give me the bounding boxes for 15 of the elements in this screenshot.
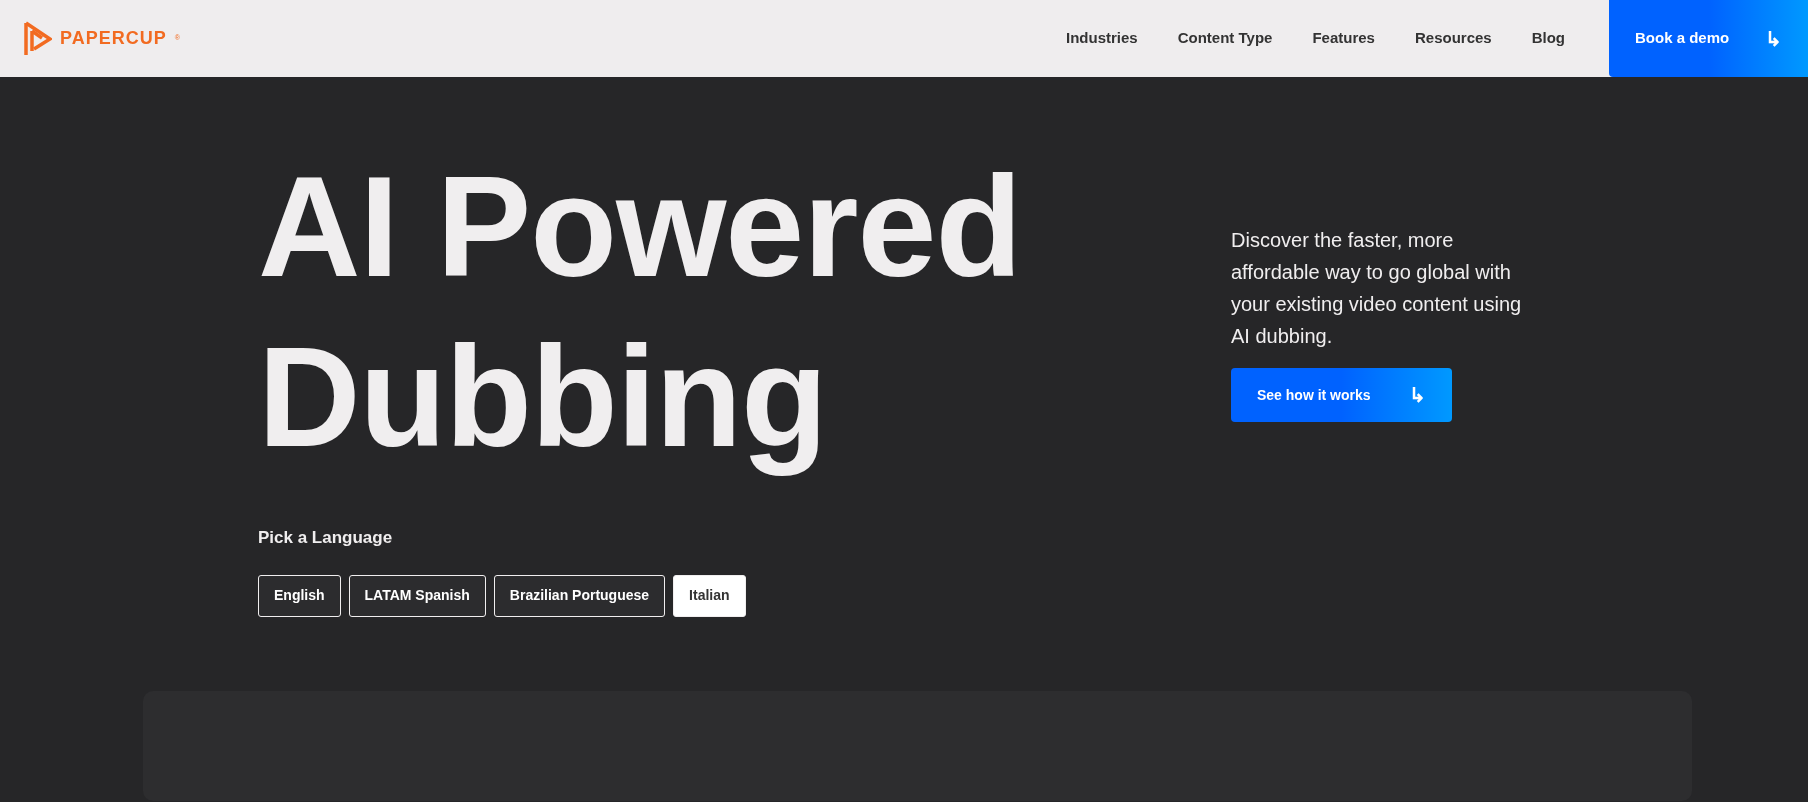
language-option[interactable]: Brazilian Portuguese [493,574,666,617]
language-option[interactable]: LATAM Spanish [348,574,486,617]
hero-heading: AI Powered Dubbing [258,146,1022,479]
nav-link[interactable]: Resources [1394,27,1512,50]
book-demo-button[interactable]: Book a demo ↳ [1609,0,1808,77]
nav-link[interactable]: Content Type [1157,27,1293,50]
logo-icon [24,20,52,57]
nav-link[interactable]: Features [1292,27,1395,50]
language-label: Pick a Language [258,527,394,549]
language-option[interactable]: English [258,574,341,617]
hero-description: Discover the faster, more affordable way to go global with your existing video content using AI dubbing. [1231,228,1523,349]
nav-link[interactable]: Blog [1511,27,1585,50]
see-how-it-works-button[interactable]: See how it works ↳ [1231,368,1452,422]
nav-link[interactable]: Industries [1046,27,1158,50]
language-option[interactable]: Italian [673,574,746,617]
